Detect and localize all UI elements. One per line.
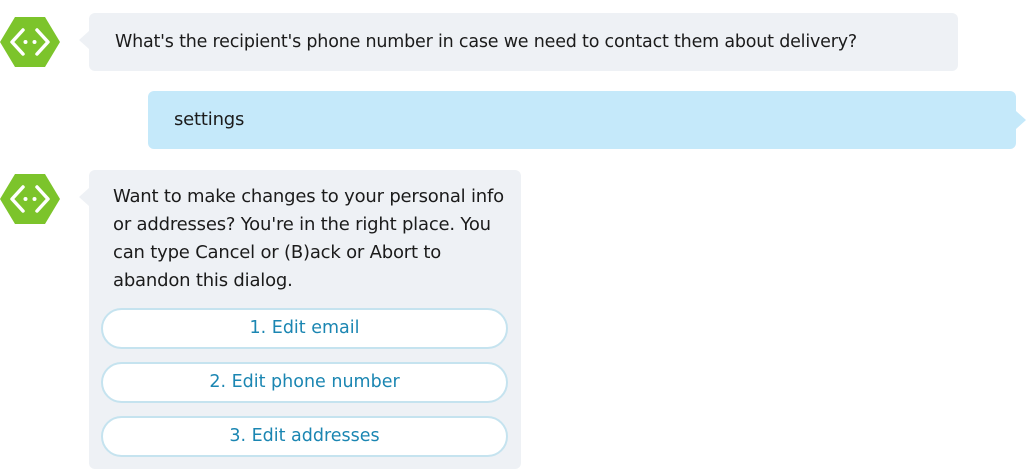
bot-message-text: What's the recipient's phone number in c… bbox=[115, 32, 857, 52]
bot-message-card: Want to make changes to your personal in… bbox=[79, 170, 521, 470]
user-message-text: settings bbox=[174, 109, 245, 130]
bot-message: What's the recipient's phone number in c… bbox=[79, 13, 958, 71]
edit-email-button[interactable]: 1. Edit email bbox=[101, 308, 508, 349]
user-message: settings bbox=[148, 91, 1026, 149]
bot-message-text: Want to make changes to your personal in… bbox=[113, 186, 504, 291]
edit-addresses-button[interactable]: 3. Edit addresses bbox=[101, 416, 508, 457]
bot-avatar-icon bbox=[0, 173, 60, 225]
edit-phone-number-button[interactable]: 2. Edit phone number bbox=[101, 362, 508, 403]
bot-avatar-icon bbox=[0, 16, 60, 68]
suggested-actions: 1. Edit email 2. Edit phone number 3. Ed… bbox=[101, 308, 508, 470]
